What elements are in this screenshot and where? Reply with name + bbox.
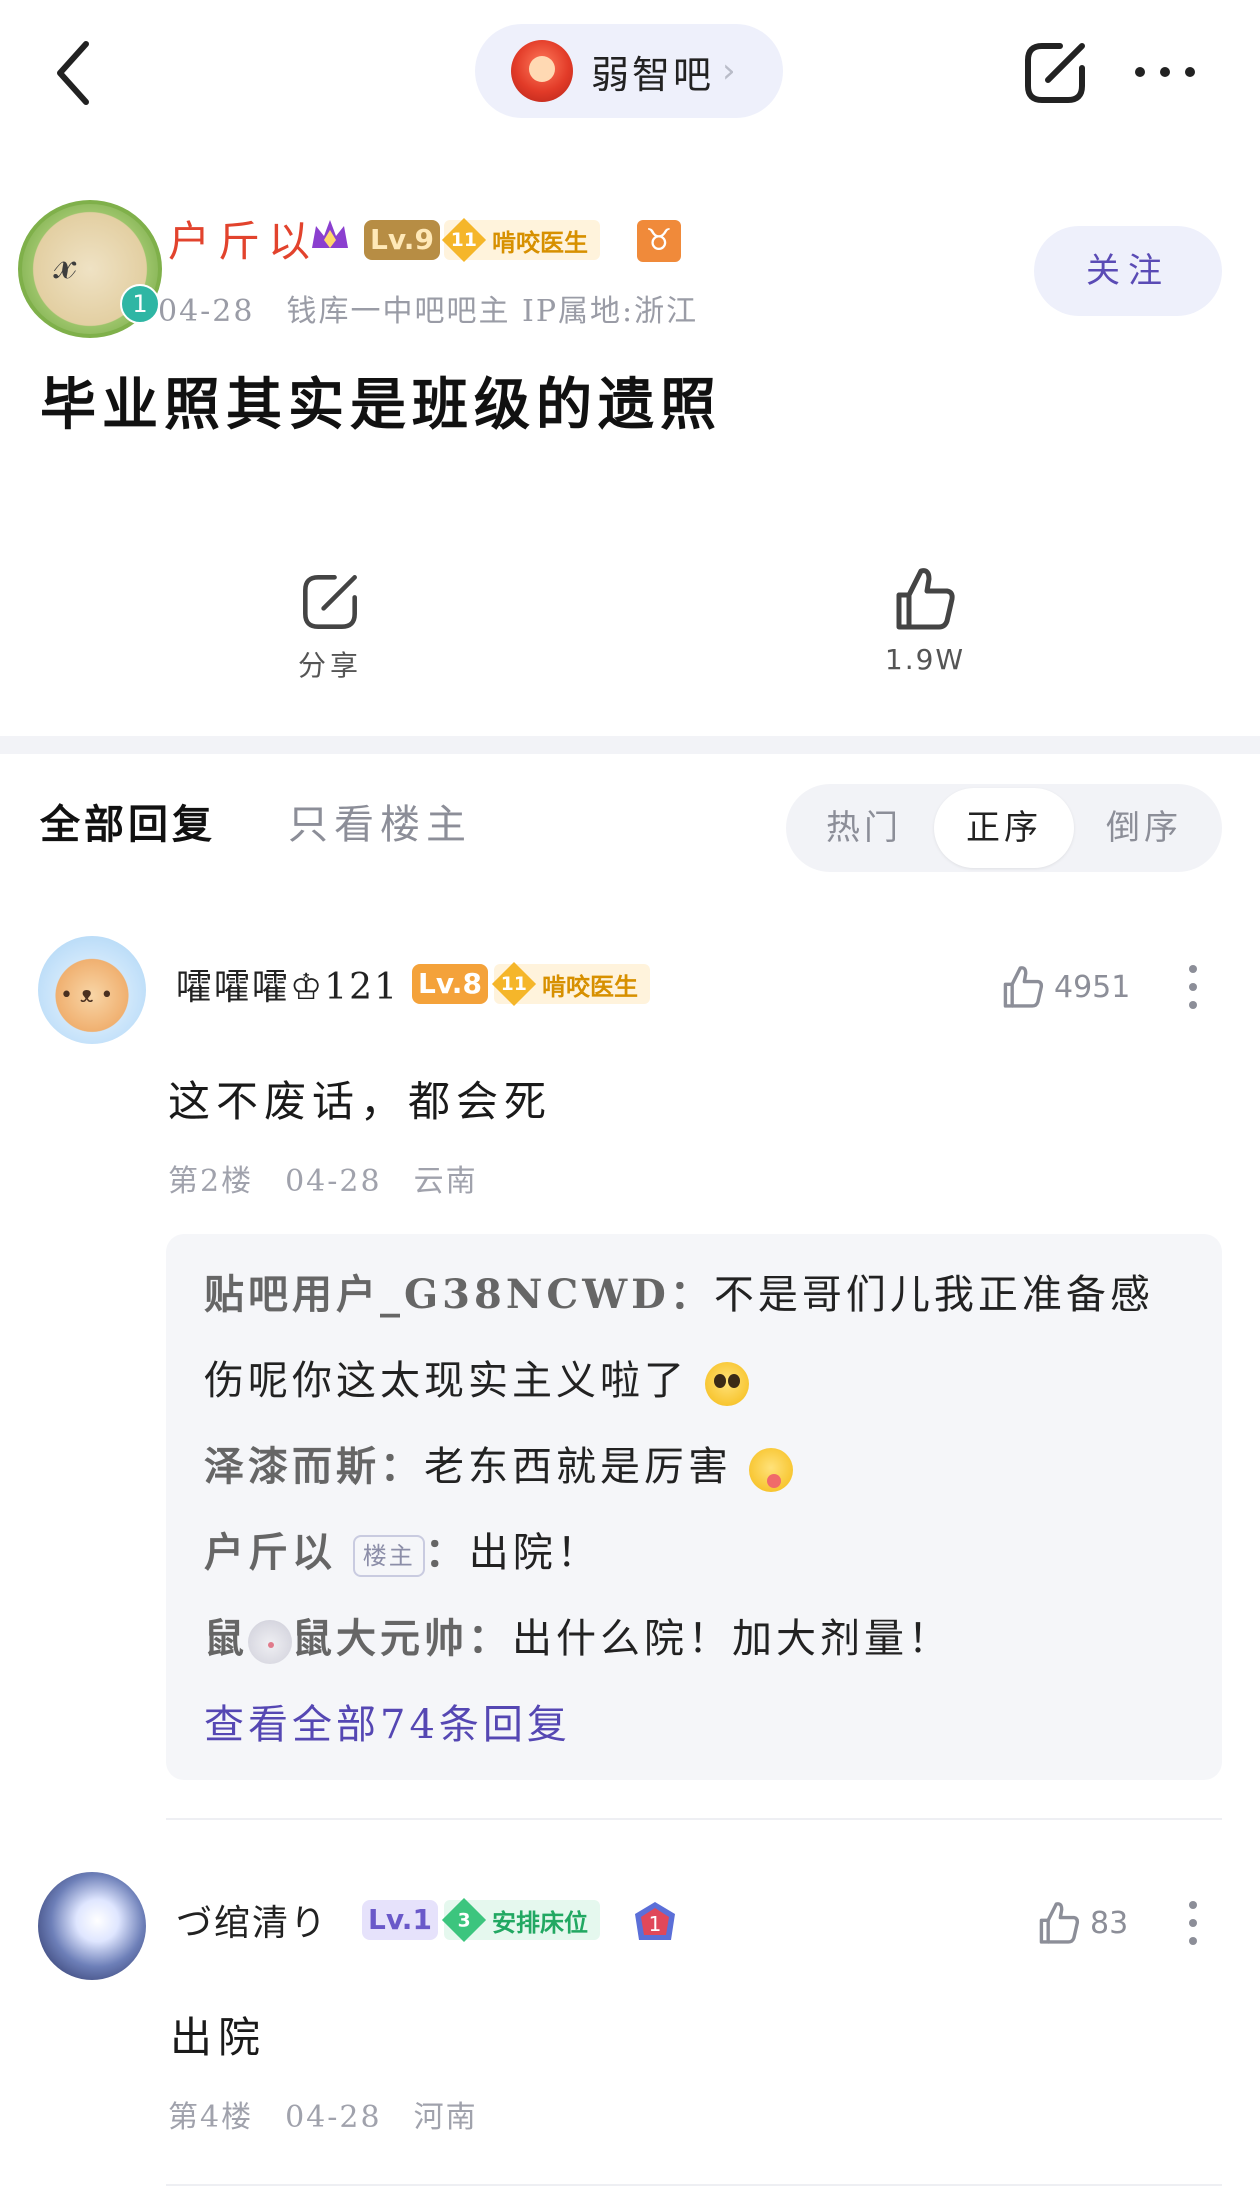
sort-descending[interactable]: 倒序 [1074, 788, 1214, 868]
author-avatar[interactable]: 𝓍 1 [18, 200, 162, 338]
hex-badge-icon: 1 [635, 1902, 675, 1940]
reply-text: 老东西就是厉害 [424, 1444, 732, 1490]
comment-avatar[interactable] [38, 1872, 146, 1980]
share-button[interactable]: 分享 [290, 570, 370, 684]
comment-divider [166, 1818, 1222, 1820]
share-icon [303, 575, 357, 629]
forum-avatar [511, 40, 573, 102]
reply-text: 出什么院！加大剂量！ [512, 1616, 952, 1662]
comment-text: 出院 [170, 2013, 267, 2062]
reply-item[interactable]: 鼠鼠大元帅：出什么院！加大剂量！ [204, 1606, 952, 1664]
mouse-emoji-icon [248, 1620, 292, 1664]
section-divider [0, 736, 1260, 754]
member-title-badge: 11 啃咬医生 [441, 217, 600, 263]
level-badge: Lv.8 [412, 964, 488, 1004]
avatar-art: 𝓍 [54, 234, 77, 290]
back-icon[interactable] [48, 38, 98, 108]
badge-title: 安排床位 [492, 1907, 588, 1937]
thumbs-up-icon [1039, 1902, 1080, 1944]
sort-ascending[interactable]: 正序 [934, 788, 1074, 868]
reply-author[interactable]: 鼠鼠大元帅 [204, 1615, 468, 1664]
reply-item-continued[interactable]: 伤呢你这太现实主义啦了 [204, 1348, 749, 1406]
badge-title: 啃咬医生 [492, 227, 588, 257]
thumbs-up-icon [1003, 966, 1044, 1008]
author-meta: 04-28 钱库一中吧吧主 IP属地:浙江 [158, 294, 699, 329]
level-badge: Lv.9 [364, 220, 440, 260]
follow-button[interactable]: 关注 [1034, 226, 1222, 316]
reply-author[interactable]: 贴吧用户_G38NCWD [204, 1271, 670, 1318]
reply-author[interactable]: 泽漆而斯 [204, 1443, 380, 1490]
comment-like-count: 4951 [1054, 969, 1131, 1005]
post-title: 毕业照其实是班级的遗照 [40, 372, 722, 438]
sort-toggle: 热门 正序 倒序 [786, 784, 1222, 872]
comment-meta: 第4楼 04-28 河南 [168, 2100, 478, 2135]
comment-meta: 第2楼 04-28 云南 [168, 1164, 478, 1199]
like-count: 1.9W [884, 643, 966, 676]
pleading-face-emoji-icon [704, 1362, 749, 1406]
more-vertical-icon[interactable] [1186, 962, 1200, 1012]
comment-author-name[interactable]: づ绾清り [176, 1894, 328, 1946]
badge-title: 啃咬医生 [542, 971, 638, 1001]
comment-text: 这不废话，都会死 [168, 1077, 553, 1126]
badge-diamond-icon: 11 [491, 961, 537, 1007]
more-vertical-icon[interactable] [1186, 1898, 1200, 1948]
sort-hot[interactable]: 热门 [794, 788, 934, 868]
comment-like-button[interactable]: 4951 [1000, 964, 1130, 1010]
zodiac-icon: ♉ [637, 220, 681, 262]
comment-divider [166, 2184, 1222, 2186]
member-title-badge: 11 啃咬医生 [491, 961, 650, 1007]
reply-text: 出院！ [468, 1530, 601, 1576]
crown-icon [312, 220, 348, 248]
chevron-right-icon: › [722, 51, 736, 91]
svg-text:1: 1 [649, 1912, 662, 1936]
op-tag: 楼主 [352, 1535, 425, 1577]
more-icon[interactable] [1130, 52, 1200, 92]
tab-all-replies[interactable]: 全部回复 [40, 792, 216, 850]
share-icon[interactable] [1020, 38, 1090, 108]
forum-name: 弱智吧 [591, 52, 715, 97]
badge-diamond-icon: 11 [441, 217, 487, 263]
thumbs-up-icon [896, 568, 955, 630]
reply-text: 伤呢你这太现实主义啦了 [204, 1358, 688, 1404]
tab-op-only[interactable]: 只看楼主 [288, 792, 472, 850]
reply-text: 不是哥们儿我正准备感 [713, 1272, 1154, 1318]
reply-item[interactable]: 户斤以 楼主 ：出院！ [204, 1520, 601, 1578]
comment-like-button[interactable]: 83 [1036, 1900, 1128, 1946]
member-title-badge: 3 安排床位 [441, 1897, 600, 1943]
comment-like-count: 83 [1090, 1905, 1129, 1941]
forum-entry-button[interactable]: 弱智吧 › [475, 24, 783, 118]
like-button[interactable]: 1.9W [870, 565, 980, 676]
comment-author-name[interactable]: 嚯嚯嚯♔121 [176, 958, 399, 1010]
share-label: 分享 [297, 649, 362, 682]
reply-thread[interactable]: 贴吧用户_G38NCWD：不是哥们儿我正准备感 伤呢你这太现实主义啦了 泽漆而斯… [166, 1234, 1222, 1780]
reply-item[interactable]: 贴吧用户_G38NCWD：不是哥们儿我正准备感 [204, 1262, 1154, 1320]
author-name[interactable]: 户斤以 [168, 208, 318, 269]
avatar-level-badge: 1 [120, 284, 160, 324]
reply-item[interactable]: 泽漆而斯：老东西就是厉害 [204, 1434, 793, 1492]
view-all-replies-link[interactable]: 查看全部74条回复 [204, 1692, 571, 1750]
level-badge: Lv.1 [362, 1900, 438, 1940]
badge-diamond-icon: 3 [441, 1897, 487, 1943]
reply-author[interactable]: 户斤以 [204, 1529, 336, 1576]
comment-avatar[interactable] [38, 936, 146, 1044]
yum-face-emoji-icon [748, 1448, 793, 1492]
